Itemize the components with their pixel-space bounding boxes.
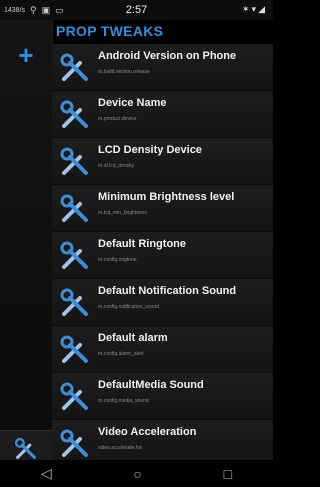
item-property: ro.product.device <box>98 116 137 122</box>
item-property: ro.config.media_sound <box>98 398 149 404</box>
item-property: ro.config.ringtone <box>98 257 137 263</box>
tools-icon <box>60 288 88 316</box>
tools-icon <box>60 335 88 363</box>
list-item[interactable]: Default Notification Sound ro.config.noti… <box>52 279 273 326</box>
plus-icon[interactable]: + <box>0 40 52 70</box>
item-property: ro.config.alarm_alert <box>98 351 144 357</box>
list-item[interactable]: LCD Density Device ro.sf.lcd_density <box>52 138 273 185</box>
tools-icon <box>60 53 88 81</box>
item-title: Device Name <box>98 97 167 109</box>
left-rail: + <box>0 20 53 467</box>
item-property: ro.config.notification_sound <box>98 304 159 310</box>
item-title: LCD Density Device <box>98 144 202 156</box>
tools-icon <box>60 194 88 222</box>
item-title: Default alarm <box>98 332 168 344</box>
list-item[interactable]: Video Acceleration video.accelerate.hw <box>52 420 273 460</box>
prop-list: Android Version on Phone ro.build.version… <box>52 44 273 460</box>
page-title: PROP TWEAKS <box>56 23 164 39</box>
item-title: Default Ringtone <box>98 238 186 250</box>
item-title: Default Notification Sound <box>98 285 237 297</box>
back-icon[interactable]: ◁ <box>41 465 52 482</box>
list-item[interactable]: Minimum Brightness level ro.lcd_min_brigh… <box>52 185 273 232</box>
list-item[interactable]: Device Name ro.product.device <box>52 91 273 138</box>
status-bar: 1438/s ⚲ ▣ ▭ 2:57 ✶▾◢ <box>0 0 273 20</box>
item-title: Android Version on Phone <box>98 50 237 62</box>
item-title: Video Acceleration <box>98 426 197 438</box>
recents-icon[interactable]: □ <box>224 466 232 482</box>
tools-icon <box>60 100 88 128</box>
item-title: DefaultMedia Sound <box>98 379 204 391</box>
list-item[interactable]: Default Ringtone ro.config.ringtone <box>52 232 273 279</box>
list-item[interactable]: DefaultMedia Sound ro.config.media_sound <box>52 373 273 420</box>
tools-icon <box>60 382 88 410</box>
item-property: ro.sf.lcd_density <box>98 163 135 169</box>
tools-icon <box>60 241 88 269</box>
tools-icon <box>60 429 88 457</box>
item-title: Minimum Brightness level <box>98 191 235 203</box>
home-icon[interactable]: ○ <box>133 466 141 482</box>
item-property: ro.build.version.release <box>98 69 150 75</box>
status-time: 2:57 <box>125 4 148 16</box>
tools-icon <box>60 147 88 175</box>
signal-icons: ✶▾◢ <box>242 4 267 14</box>
list-item[interactable]: Default alarm ro.config.alarm_alert <box>52 326 273 373</box>
item-property: ro.lcd_min_brightness <box>98 210 147 216</box>
item-property: video.accelerate.hw <box>98 445 143 451</box>
nav-bar: ◁ ○ □ <box>0 460 273 487</box>
list-item[interactable]: Android Version on Phone ro.build.version… <box>52 44 273 91</box>
